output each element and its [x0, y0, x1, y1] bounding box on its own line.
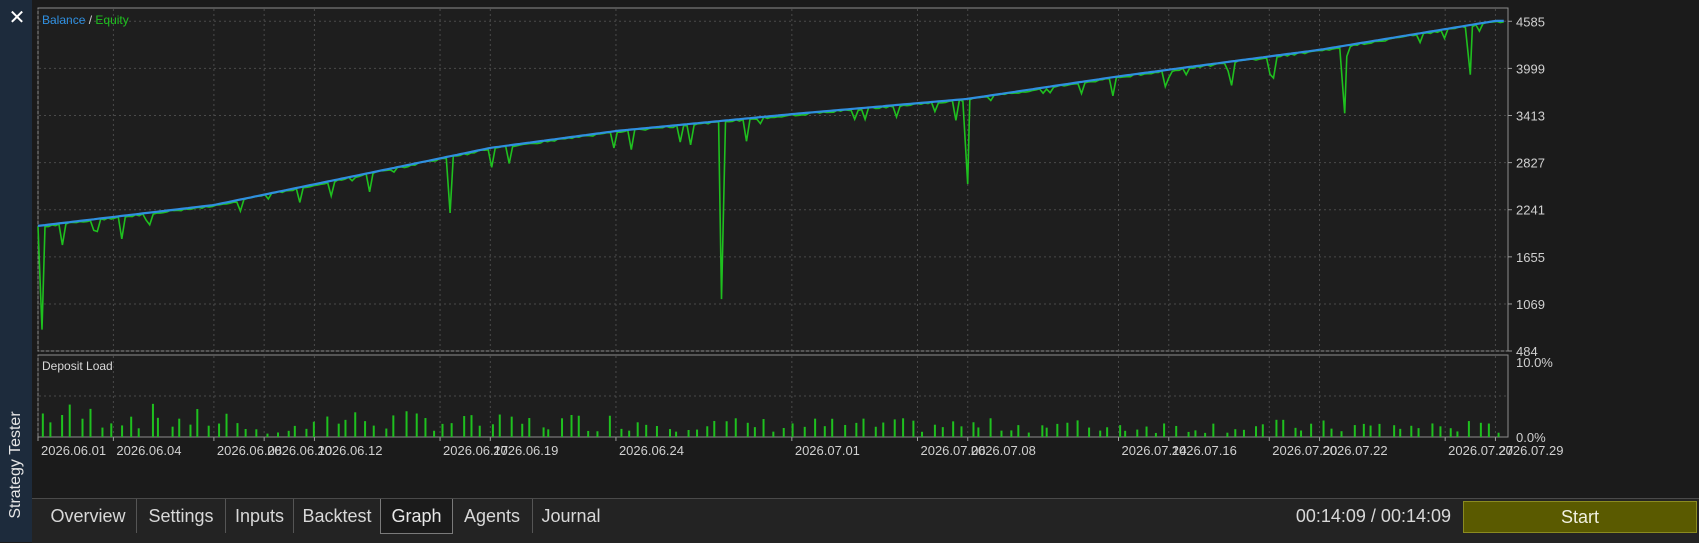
legend-balance: Balance [42, 13, 86, 27]
legend-separator: / [85, 13, 95, 27]
y-tick-label: 2241 [1516, 203, 1545, 218]
tester-panel: 4585 3999 3413 2827 2241 1655 1069 484 Balance /… [32, 0, 1699, 543]
tab-journal[interactable]: Journal [533, 499, 609, 533]
tab-graph[interactable]: Graph [380, 499, 453, 534]
price-pane-frame [37, 7, 1509, 352]
x-tick-label: 2026.06.19 [493, 443, 558, 458]
x-tick-label: 2026.07.29 [1498, 443, 1563, 458]
close-icon[interactable]: ✕ [6, 6, 28, 28]
sidebar: ✕ Strategy Tester [0, 0, 32, 542]
x-tick-label: 2026.07.22 [1323, 443, 1388, 458]
y-tick-label: 1069 [1516, 297, 1545, 312]
tab-bar: Overview Settings Inputs Backtest Graph … [32, 498, 1699, 543]
elapsed-timer: 00:14:09 / 00:14:09 [1295, 506, 1451, 526]
legend-equity: Equity [95, 13, 128, 27]
x-tick-label: 2026.06.24 [619, 443, 684, 458]
start-button[interactable]: Start [1463, 501, 1697, 533]
x-tick-label: 2026.07.01 [795, 443, 860, 458]
x-tick-label: 2026.06.12 [317, 443, 382, 458]
deposit-load-title: Deposit Load [42, 359, 113, 373]
y-tick-label: 3999 [1516, 61, 1545, 76]
tab-inputs[interactable]: Inputs [226, 499, 294, 533]
deposit-pane-frame [37, 354, 1509, 438]
x-tick-label: 2026.07.08 [971, 443, 1036, 458]
tab-settings[interactable]: Settings [137, 499, 226, 533]
y-tick-label: 2827 [1516, 156, 1545, 171]
x-tick-label: 2026.06.04 [116, 443, 181, 458]
tab-agents[interactable]: Agents [452, 499, 533, 533]
deposit-y-label-top: 10.0% [1516, 355, 1553, 370]
chart-title: Balance / Equity [42, 13, 129, 27]
x-tick-label: 2026.06.01 [41, 443, 106, 458]
tab-backtest[interactable]: Backtest [294, 499, 381, 533]
balance-equity-chart: 4585399934132827224116551069484Balance /… [37, 7, 1564, 458]
strategy-tester-label: Strategy Tester [7, 411, 24, 519]
y-tick-label: 4585 [1516, 14, 1545, 29]
tab-overview[interactable]: Overview [40, 499, 137, 533]
x-tick-label: 2026.07.16 [1172, 443, 1237, 458]
y-tick-label: 1655 [1516, 250, 1545, 265]
y-tick-label: 3413 [1516, 108, 1545, 123]
